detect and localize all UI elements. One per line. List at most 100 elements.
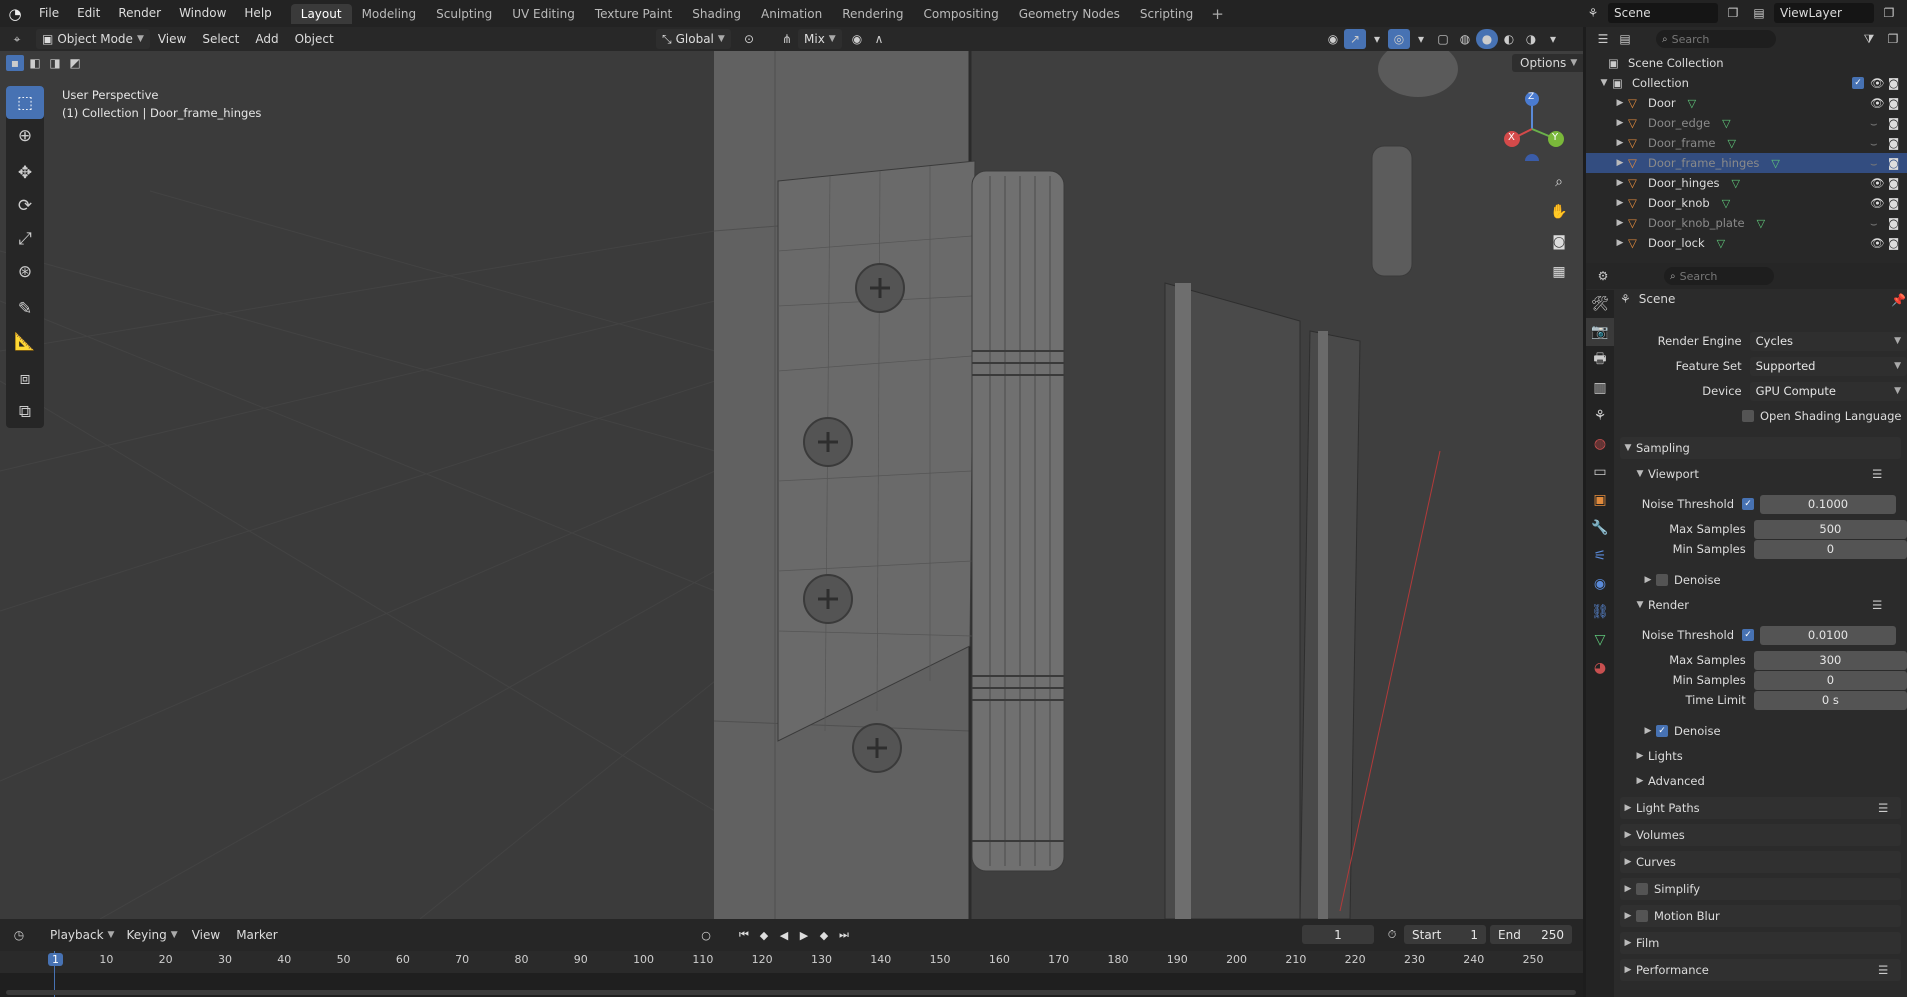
collection-checkbox[interactable]: ✓	[1852, 77, 1864, 89]
menu-add[interactable]: Add	[247, 32, 286, 46]
chevron-down-icon[interactable]: ▾	[1542, 29, 1564, 49]
data-tab-icon[interactable]: ▽	[1586, 626, 1614, 654]
timeline-editor-icon[interactable]: ◷	[8, 925, 30, 945]
chevron-right-icon[interactable]: ▶	[1612, 98, 1628, 108]
filter-icon[interactable]: ⧩	[1858, 29, 1880, 49]
select-box-icon[interactable]: ⬚	[6, 86, 44, 119]
perspective-grid-icon[interactable]: ▦	[1546, 259, 1572, 285]
pin-icon[interactable]: 📌	[1891, 293, 1906, 307]
tab-shading[interactable]: Shading	[682, 4, 751, 24]
presets-list-icon[interactable]: ☰	[1878, 963, 1888, 977]
chevron-right-icon[interactable]: ▶	[1612, 178, 1628, 188]
outliner-object-row[interactable]: ▶ ▽ Door_edge ▽ ⌣ ◙	[1586, 113, 1907, 133]
light-paths-panel[interactable]: ▶ Light Paths ☰	[1620, 797, 1901, 819]
scene-selector[interactable]: Scene	[1608, 3, 1718, 23]
jump-end-icon[interactable]: ⏭	[834, 925, 854, 945]
auto-key-icon[interactable]: ○	[696, 925, 716, 945]
mode-dropdown[interactable]: ▣ Object Mode ▼	[36, 29, 150, 49]
orientation-dropdown[interactable]: ⤡ Global ▼	[656, 29, 731, 49]
jump-start-icon[interactable]: ⏮	[734, 925, 754, 945]
render-denoise-checkbox[interactable]: ✓	[1656, 725, 1668, 737]
outliner-scene-collection[interactable]: ▣ Scene Collection	[1586, 53, 1907, 73]
world-tab-icon[interactable]: ◍	[1586, 430, 1614, 458]
view-layer-selector[interactable]: ViewLayer	[1774, 3, 1874, 23]
camera-icon[interactable]: ◙	[1888, 176, 1899, 190]
scene-icon[interactable]: ⚘	[1582, 3, 1604, 23]
eye-icon[interactable]: 👁	[1870, 196, 1885, 210]
eye-closed-icon[interactable]: ⌣	[1870, 156, 1878, 171]
camera-view-icon[interactable]: ◙	[1546, 229, 1572, 255]
overlay-toggle-icon[interactable]: ◎	[1388, 29, 1410, 49]
mesh-data-icon[interactable]: ▽	[1722, 117, 1730, 130]
chevron-down-icon[interactable]: ▼	[1596, 78, 1612, 88]
menu-view[interactable]: View	[150, 32, 194, 46]
select-extend-icon[interactable]: ◧	[26, 55, 44, 71]
constraints-tab-icon[interactable]: ⛓	[1586, 598, 1614, 626]
sampling-panel-header[interactable]: ▼ Sampling	[1620, 437, 1901, 459]
marker-menu[interactable]: Marker	[228, 928, 285, 942]
outliner-object-row[interactable]: ▶ ▽ Door_frame_hinges ▽ ⌣ ◙	[1586, 153, 1907, 173]
tab-compositing[interactable]: Compositing	[913, 4, 1008, 24]
presets-list-icon[interactable]: ☰	[1872, 467, 1882, 481]
tab-modeling[interactable]: Modeling	[352, 4, 427, 24]
play-reverse-icon[interactable]: ◀	[774, 925, 794, 945]
eye-icon[interactable]: 👁	[1870, 176, 1885, 190]
chevron-right-icon[interactable]: ▶	[1612, 238, 1628, 248]
jump-keyframe-forward-icon[interactable]: ◆	[814, 925, 834, 945]
zoom-icon[interactable]: ⌕	[1546, 169, 1572, 195]
outliner-object-row[interactable]: ▶ ▽ Door_hinges ▽ 👁 ◙	[1586, 173, 1907, 193]
mesh-data-icon[interactable]: ▽	[1771, 157, 1779, 170]
presets-list-icon[interactable]: ☰	[1872, 598, 1882, 612]
view-layer-icon[interactable]: ▤	[1748, 3, 1770, 23]
chevron-right-icon[interactable]: ▶	[1612, 158, 1628, 168]
viewport-subpanel-header[interactable]: ▼ Viewport ☰	[1620, 463, 1907, 485]
eye-closed-icon[interactable]: ⌣	[1870, 216, 1878, 231]
camera-icon[interactable]: ◙	[1888, 96, 1899, 110]
render-denoise-row[interactable]: ▶ ✓ Denoise	[1620, 720, 1907, 742]
mesh-data-icon[interactable]: ▽	[1757, 217, 1765, 230]
volumes-panel[interactable]: ▶ Volumes	[1620, 824, 1901, 846]
viewport-min-samples-field[interactable]: 0	[1753, 539, 1907, 559]
add-cube-icon[interactable]: ⧈	[6, 362, 44, 395]
scale-icon[interactable]: ⤢	[6, 222, 44, 255]
menu-edit[interactable]: Edit	[68, 0, 109, 27]
simplify-panel[interactable]: ▶ Simplify	[1620, 878, 1901, 900]
navigation-gizmo[interactable]: Z X Y	[1498, 89, 1570, 168]
start-frame-field[interactable]: Start 1	[1404, 925, 1486, 944]
lights-subpanel[interactable]: ▶ Lights	[1620, 745, 1907, 767]
eye-icon[interactable]: 👁	[1870, 76, 1885, 90]
menu-render[interactable]: Render	[109, 0, 170, 27]
measure-icon[interactable]: 📐	[6, 325, 44, 358]
motion-blur-panel[interactable]: ▶ Motion Blur	[1620, 905, 1901, 927]
camera-icon[interactable]: ◙	[1888, 196, 1899, 210]
mesh-data-icon[interactable]: ▽	[1722, 197, 1730, 210]
select-new-icon[interactable]: ▪	[6, 55, 24, 71]
timeline-scrollbar[interactable]	[6, 990, 1576, 995]
outliner-search[interactable]: ⌕ Search	[1656, 30, 1776, 48]
camera-icon[interactable]: ◙	[1888, 236, 1899, 250]
curves-panel[interactable]: ▶ Curves	[1620, 851, 1901, 873]
tab-sculpting[interactable]: Sculpting	[426, 4, 502, 24]
render-noise-threshold-field[interactable]: 0.0100	[1760, 625, 1896, 645]
mesh-data-icon[interactable]: ▽	[1728, 137, 1736, 150]
menu-select[interactable]: Select	[194, 32, 247, 46]
tab-geometry-nodes[interactable]: Geometry Nodes	[1009, 4, 1130, 24]
solid-shading-icon[interactable]: ●	[1476, 29, 1498, 49]
chevron-right-icon[interactable]: ▶	[1612, 138, 1628, 148]
scene-tab-icon[interactable]: ⚘	[1586, 402, 1614, 430]
feature-set-dropdown[interactable]: Supported ▼	[1749, 356, 1907, 376]
move-icon[interactable]: ✥	[6, 156, 44, 189]
mesh-data-icon[interactable]: ▽	[1717, 237, 1725, 250]
properties-editor-icon[interactable]: ⚙	[1592, 266, 1614, 286]
pan-hand-icon[interactable]: ✋	[1546, 199, 1572, 225]
end-frame-field[interactable]: End 250	[1490, 925, 1572, 944]
menu-file[interactable]: File	[30, 0, 68, 27]
tab-scripting[interactable]: Scripting	[1130, 4, 1203, 24]
add-workspace-button[interactable]: +	[1203, 5, 1232, 23]
material-tab-icon[interactable]: ◕	[1586, 654, 1614, 682]
chevron-right-icon[interactable]: ▶	[1612, 218, 1628, 228]
xray-icon[interactable]: ▢	[1432, 29, 1454, 49]
wireframe-shading-icon[interactable]: ◍	[1454, 29, 1476, 49]
render-min-samples-field[interactable]: 0	[1753, 670, 1907, 690]
material-shading-icon[interactable]: ◐	[1498, 29, 1520, 49]
